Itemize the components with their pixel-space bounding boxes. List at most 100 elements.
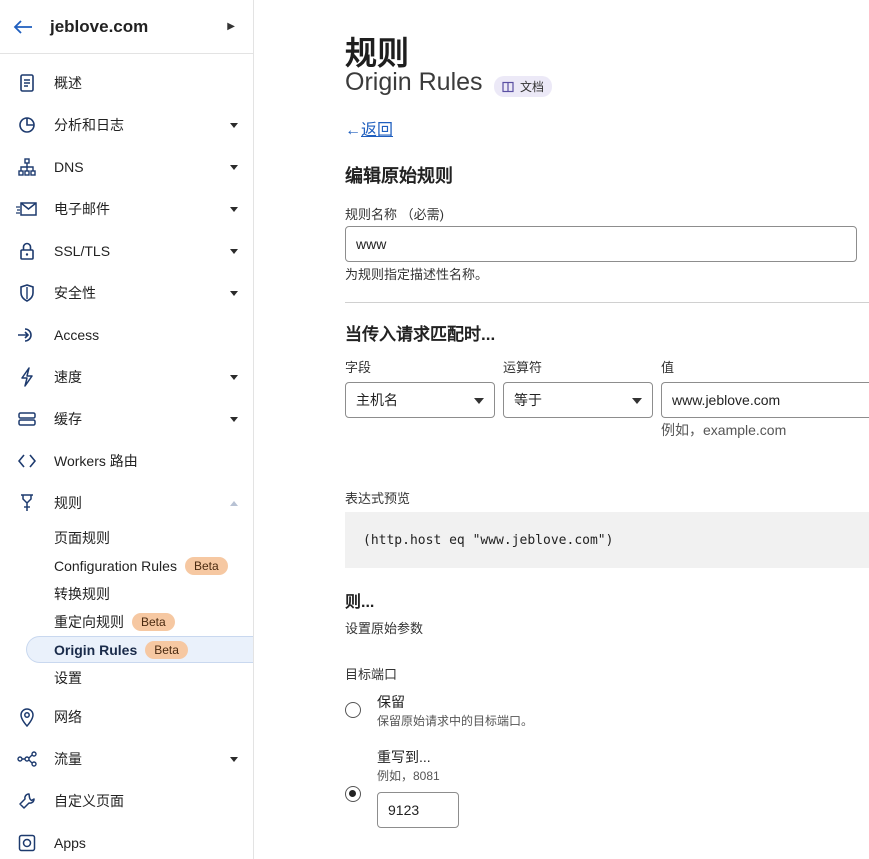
chevron-down-icon — [230, 416, 238, 422]
value-label: 值 — [661, 360, 675, 375]
value-input[interactable]: www.jeblove.com — [661, 382, 869, 418]
sidebar-item-dns[interactable]: DNS — [0, 146, 253, 188]
lightning-icon — [16, 366, 38, 388]
apps-square-icon — [16, 832, 38, 854]
sidebar-item-label: 概述 — [54, 75, 82, 91]
sub-item-redirect-rules[interactable]: 重定向规则 Beta — [54, 610, 175, 634]
sub-item-label: 页面规则 — [54, 530, 110, 546]
beta-badge: Beta — [184, 557, 228, 575]
rule-name-help: 为规则指定描述性名称。 — [345, 267, 489, 282]
sub-item-page-rules[interactable]: 页面规则 — [54, 526, 110, 550]
sidebar-item-rules[interactable]: 规则 — [0, 482, 253, 524]
chevron-up-icon — [230, 500, 238, 506]
sidebar-item-apps[interactable]: Apps — [0, 822, 253, 859]
sub-item-label: 设置 — [54, 670, 82, 686]
traffic-share-icon — [16, 748, 38, 770]
docs-link[interactable]: 文档 — [494, 76, 553, 97]
chevron-down-icon — [230, 756, 238, 762]
sidebar-item-label: Workers 路由 — [54, 453, 138, 469]
sidebar-item-traffic[interactable]: 流量 — [0, 738, 253, 780]
storage-icon — [16, 408, 38, 430]
match-heading: 当传入请求匹配时... — [345, 325, 496, 344]
code-brackets-icon — [16, 450, 38, 472]
sidebar-item-access[interactable]: Access — [0, 314, 253, 356]
sidebar-item-label: Apps — [54, 835, 86, 851]
sub-item-label: 转换规则 — [54, 586, 110, 602]
email-icon — [16, 198, 38, 220]
sidebar-item-security[interactable]: 安全性 — [0, 272, 253, 314]
back-arrow-icon[interactable] — [12, 16, 34, 38]
lock-icon — [16, 240, 38, 262]
then-help: 设置原始参数 — [345, 621, 424, 636]
wrench-icon — [16, 790, 38, 812]
sidebar-item-analytics[interactable]: 分析和日志 — [0, 104, 253, 146]
chevron-down-icon — [230, 290, 238, 296]
sidebar-header: jeblove.com ▶ — [0, 0, 253, 54]
dropdown-arrow-icon — [474, 398, 484, 404]
edit-rule-heading: 编辑原始规则 — [345, 166, 453, 186]
rule-name-input[interactable]: www — [345, 226, 857, 262]
field-label: 字段 — [345, 360, 372, 375]
sidebar-item-label: Access — [54, 327, 100, 343]
sidebar-item-label: 网络 — [54, 709, 82, 725]
sidebar-item-email[interactable]: 电子邮件 — [0, 188, 253, 230]
section-divider — [345, 302, 869, 303]
sidebar-item-ssl-tls[interactable]: SSL/TLS — [0, 230, 253, 272]
preserve-radio[interactable] — [345, 702, 361, 718]
sidebar-item-label: 分析和日志 — [54, 117, 124, 133]
sidebar-item-speed[interactable]: 速度 — [0, 356, 253, 398]
beta-badge: Beta — [145, 641, 188, 659]
expression-preview: (http.host eq "www.jeblove.com") — [345, 512, 869, 568]
funnel-fork-icon — [16, 492, 38, 514]
sidebar-item-caching[interactable]: 缓存 — [0, 398, 253, 440]
sidebar-item-network[interactable]: 网络 — [0, 696, 253, 738]
field-select-value: 主机名 — [356, 392, 398, 408]
page-subtitle: Origin Rules — [345, 68, 483, 96]
chevron-down-icon — [230, 122, 238, 128]
chevron-down-icon — [230, 248, 238, 254]
location-pin-icon — [16, 706, 38, 728]
sidebar-item-custom-pages[interactable]: 自定义页面 — [0, 780, 253, 822]
field-select[interactable]: 主机名 — [345, 382, 495, 418]
chevron-down-icon — [230, 164, 238, 170]
domain-name[interactable]: jeblove.com — [50, 17, 227, 37]
shield-icon — [16, 282, 38, 304]
sidebar-item-label: SSL/TLS — [54, 243, 111, 259]
sub-item-label: 重定向规则 — [54, 614, 124, 630]
chevron-down-icon — [230, 374, 238, 380]
sidebar-item-label: 流量 — [54, 751, 82, 767]
rewrite-port-input[interactable]: 9123 — [377, 792, 459, 828]
preserve-label: 保留 — [377, 694, 405, 710]
sidebar-item-overview[interactable]: 概述 — [0, 62, 253, 104]
rewrite-radio[interactable] — [345, 786, 361, 802]
network-tree-icon — [16, 156, 38, 178]
destination-port-label: 目标端口 — [345, 667, 398, 682]
sidebar-item-workers-routes[interactable]: Workers 路由 — [0, 440, 253, 482]
pie-chart-icon — [16, 114, 38, 136]
arrow-left-icon: ← — [345, 122, 361, 139]
expression-preview-label: 表达式预览 — [345, 491, 411, 506]
sub-item-transform-rules[interactable]: 转换规则 — [54, 582, 110, 606]
sidebar-item-label: 电子邮件 — [54, 201, 110, 217]
rule-name-label: 规则名称 （必需) — [345, 207, 444, 222]
value-example: 例如，example.com — [661, 422, 787, 438]
dropdown-arrow-icon — [632, 398, 642, 404]
book-icon — [502, 81, 514, 93]
sub-item-label: Origin Rules — [54, 642, 138, 658]
back-link[interactable]: ←返回 — [345, 116, 393, 140]
rewrite-desc: 例如，8081 — [377, 769, 440, 783]
sub-item-settings[interactable]: 设置 — [54, 666, 82, 690]
preserve-desc: 保留原始请求中的目标端口。 — [377, 714, 534, 728]
sidebar-item-label: 规则 — [54, 495, 82, 511]
operator-select-value: 等于 — [514, 392, 542, 408]
operator-label: 运算符 — [503, 360, 543, 375]
back-label: 返回 — [361, 122, 394, 139]
sidebar-item-label: 速度 — [54, 369, 82, 385]
main-content: 规则 Origin Rules 文档 ←返回 编辑原始规则 规则名称 （必需) … — [254, 0, 869, 859]
operator-select[interactable]: 等于 — [503, 382, 653, 418]
sub-item-configuration-rules[interactable]: Configuration Rules Beta — [54, 554, 228, 578]
chevron-down-icon — [230, 206, 238, 212]
domain-expand-icon[interactable]: ▶ — [227, 21, 235, 32]
sub-item-origin-rules[interactable]: Origin Rules Beta — [54, 638, 188, 662]
sidebar-item-label: 缓存 — [54, 411, 82, 427]
